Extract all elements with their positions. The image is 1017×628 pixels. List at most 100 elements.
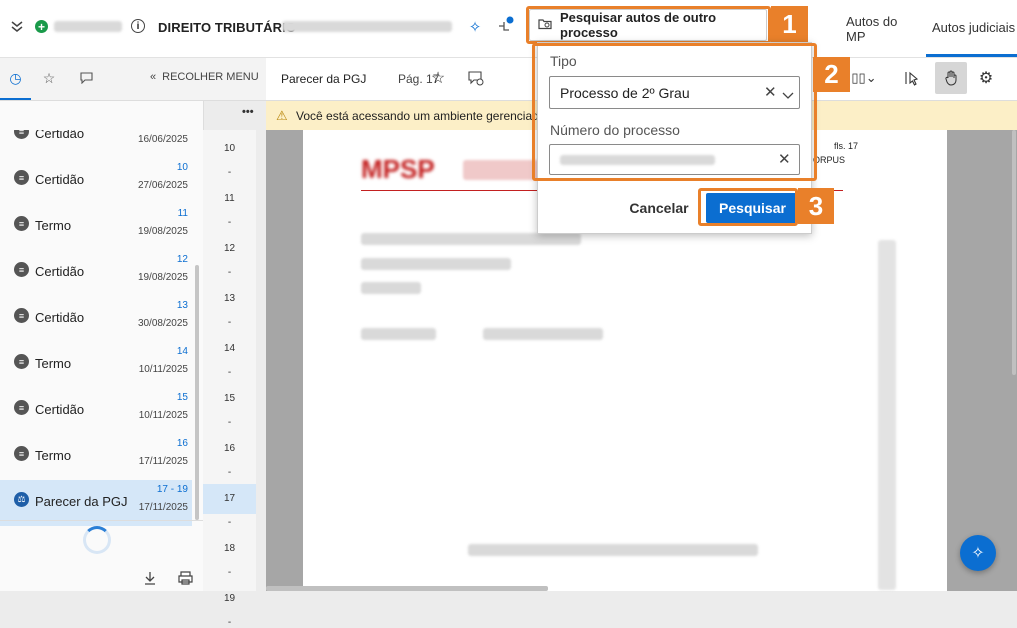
hand-pan-icon[interactable]: [935, 62, 967, 94]
vertical-scrollbar[interactable]: [1012, 130, 1016, 375]
document-label: Certidão: [35, 264, 85, 279]
document-pages: 11: [177, 208, 188, 219]
callout-3-box: [698, 188, 798, 226]
document-date: 10/11/2025: [138, 364, 188, 375]
loading-spinner: [83, 526, 111, 554]
gear-icon[interactable]: ⚙: [977, 69, 995, 87]
body-line-redacted: [483, 328, 603, 340]
callout-2: 2: [813, 57, 850, 92]
add-comment-icon[interactable]: [467, 69, 485, 87]
document-icon: ≡: [14, 446, 29, 461]
page-separator: -: [227, 367, 232, 378]
share-node-icon[interactable]: [496, 16, 516, 36]
callout-2-box: [532, 43, 817, 181]
page-separator: -: [227, 317, 232, 328]
warning-text: Você está acessando um ambiente gerencia…: [296, 109, 546, 123]
document-list-item[interactable]: ≡ Certidão 12 19/08/2025: [0, 250, 192, 296]
document-list-item[interactable]: ≡ Certidão 15 10/11/2025: [0, 388, 192, 434]
page-number[interactable]: 16: [203, 443, 256, 454]
chevron-down-double-icon[interactable]: [8, 17, 26, 35]
cancel-button[interactable]: Cancelar: [624, 193, 694, 223]
document-date: 17/11/2025: [138, 456, 188, 467]
document-pages: 16: [176, 438, 188, 449]
document-label: Termo: [35, 356, 72, 371]
comment-icon[interactable]: [75, 68, 97, 88]
document-list-item[interactable]: ≡ Termo 16 17/11/2025: [0, 434, 192, 480]
star-icon[interactable]: ☆: [38, 68, 60, 88]
document-date: 10/11/2025: [138, 410, 188, 421]
page-number[interactable]: 18: [203, 543, 256, 554]
tab-autos-mp[interactable]: Autos do MP: [846, 0, 920, 57]
page-number[interactable]: 15: [203, 393, 256, 404]
sidebar-scrollbar[interactable]: [195, 265, 199, 520]
page-number[interactable]: 19: [203, 593, 256, 604]
collapse-menu-button[interactable]: « RECOLHER MENU: [150, 71, 259, 83]
page-number[interactable]: 12: [203, 243, 256, 254]
download-icon[interactable]: [142, 570, 158, 586]
document-icon: ≡: [14, 216, 29, 231]
page-separator: -: [227, 567, 232, 578]
tab-autos-judiciais[interactable]: Autos judiciais: [926, 0, 1017, 57]
scales-icon: ⚖: [14, 492, 29, 507]
side-stamp-redacted: [878, 240, 896, 590]
doc-title: Parecer da PGJ: [281, 72, 367, 86]
document-date: 27/06/2025: [137, 180, 188, 191]
body-line-redacted: [361, 233, 581, 245]
document-icon: ≡: [14, 262, 29, 277]
sidebar-tabs: ◷ ☆ « RECOLHER MENU: [0, 58, 266, 101]
area-title: DIREITO TRIBUTÁRIO: [158, 20, 297, 35]
document-label: Termo: [35, 448, 72, 463]
page-corpus: ORPUS: [813, 155, 846, 165]
document-icon: ≡: [14, 400, 29, 415]
horizontal-scrollbar[interactable]: [266, 586, 548, 591]
document-date: 17/11/2025: [138, 502, 188, 513]
sidebar-footer-divider: [0, 520, 203, 521]
page-separator: -: [227, 417, 232, 428]
clock-icon[interactable]: ◷: [0, 58, 31, 100]
page-number[interactable]: 17: [203, 493, 256, 504]
page-separator: -: [227, 467, 232, 478]
page-number[interactable]: 11: [203, 193, 256, 204]
document-date: 19/08/2025: [137, 226, 188, 237]
tab-autos-judiciais-label: Autos judiciais: [932, 19, 1016, 35]
warning-icon: ⚠: [276, 108, 288, 123]
double-chevron-left-icon: «: [150, 71, 157, 83]
body-line-redacted: [361, 258, 511, 270]
page-separator: -: [227, 617, 232, 628]
document-pages: 17 - 19: [156, 484, 188, 495]
document-icon: ≡: [14, 354, 29, 369]
bookmark-star-icon[interactable]: ☆: [429, 69, 447, 87]
document-label: Certidão: [35, 310, 85, 325]
document-date: 19/08/2025: [137, 272, 188, 283]
page-number[interactable]: 14: [203, 343, 256, 354]
document-icon: ≡: [14, 170, 29, 185]
document-label: Certidão: [35, 172, 85, 187]
collapse-menu-label: RECOLHER MENU: [162, 71, 259, 83]
document-pages: 10: [176, 162, 188, 173]
book-view-icon[interactable]: ▯▯⌄: [848, 69, 880, 87]
document-pages: 14: [176, 346, 188, 357]
body-line-redacted: [361, 328, 436, 340]
top-bar: + i DIREITO TRIBUTÁRIO ✧ Pesquisar autos…: [0, 0, 1017, 58]
subject-redacted: [282, 21, 452, 32]
sparkle-icon[interactable]: ✧: [466, 18, 484, 36]
page-separator: -: [227, 517, 232, 528]
page-number[interactable]: 10: [203, 143, 256, 154]
document-list-item[interactable]: ≡ Certidão 13 30/08/2025: [0, 296, 192, 342]
page-fls: fls. 17: [834, 141, 859, 151]
select-text-icon[interactable]: [902, 69, 922, 87]
callout-1-box: [526, 6, 771, 44]
print-icon[interactable]: [177, 570, 193, 586]
document-list-item[interactable]: ≡ Termo 14 10/11/2025: [0, 342, 192, 388]
page-number[interactable]: 13: [203, 293, 256, 304]
document-list-item[interactable]: ≡ Certidão 10 27/06/2025: [0, 158, 192, 204]
page-separator: -: [227, 167, 232, 178]
assistant-sparkle-icon[interactable]: ✧: [960, 535, 996, 571]
info-icon[interactable]: i: [131, 19, 145, 33]
document-list-item[interactable]: ≡ Termo 11 19/08/2025: [0, 204, 192, 250]
callout-1: 1: [771, 6, 808, 43]
plus-circle-icon[interactable]: +: [35, 20, 48, 34]
document-pages: 12: [176, 254, 188, 265]
more-icon[interactable]: •••: [242, 106, 254, 118]
document-label: Certidão: [35, 402, 85, 417]
